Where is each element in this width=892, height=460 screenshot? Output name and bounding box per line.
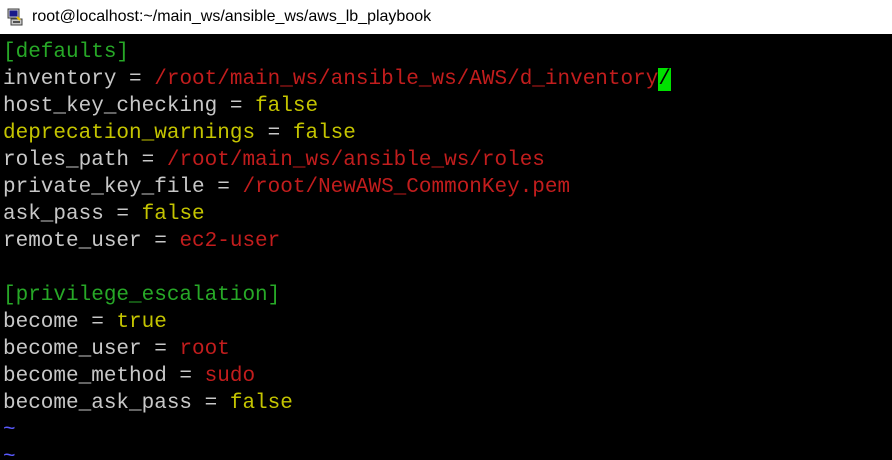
terminal-line: become = true xyxy=(0,309,892,336)
terminal-text-segment: true xyxy=(116,311,167,334)
terminal-text-segment: inventory xyxy=(3,68,117,91)
putty-terminal-icon xyxy=(6,8,24,26)
terminal-text-segment: become_method xyxy=(3,365,167,388)
terminal-text-segment: ask_pass xyxy=(3,203,104,226)
terminal-line: inventory = /root/main_ws/ansible_ws/AWS… xyxy=(0,66,892,93)
terminal-text-segment: sudo xyxy=(204,365,256,388)
terminal-line: [privilege_escalation] xyxy=(0,282,892,309)
terminal-text-segment: = xyxy=(78,311,117,334)
terminal-line: ~ xyxy=(0,444,892,460)
terminal-line: private_key_file = /root/NewAWS_CommonKe… xyxy=(0,174,892,201)
terminal-text-segment: become_ask_pass xyxy=(3,392,193,415)
terminal-text-segment: = xyxy=(141,338,180,361)
terminal-line: become_ask_pass = false xyxy=(0,390,892,417)
terminal-text-segment: = xyxy=(192,392,230,415)
terminal-text-segment: = xyxy=(204,176,243,199)
terminal-window: root@localhost:~/main_ws/ansible_ws/aws_… xyxy=(0,0,892,460)
terminal-line: ~ xyxy=(0,417,892,444)
terminal-text-segment: ~ xyxy=(3,419,16,442)
window-title: root@localhost:~/main_ws/ansible_ws/aws_… xyxy=(32,8,432,25)
terminal-line: ask_pass = false xyxy=(0,201,892,228)
terminal-text-segment: become xyxy=(3,311,79,334)
terminal-text-segment: deprecation_warnings xyxy=(3,122,256,145)
terminal-text-segment: root xyxy=(179,338,230,361)
title-bar[interactable]: root@localhost:~/main_ws/ansible_ws/aws_… xyxy=(0,0,892,34)
terminal-text-segment: false xyxy=(141,203,205,226)
terminal-line: host_key_checking = false xyxy=(0,93,892,120)
terminal-text-area[interactable]: [defaults] inventory = /root/main_ws/ansi… xyxy=(0,39,892,460)
terminal-text-segment: become_user xyxy=(3,338,142,361)
terminal-text-segment: [privilege_escalation] xyxy=(3,284,281,307)
terminal-text-segment: ec2-user xyxy=(179,230,281,253)
terminal-line: remote_user = ec2-user xyxy=(0,228,892,255)
terminal-text-segment: /root/main_ws/ansible_ws/AWS/d_inventory xyxy=(154,68,659,91)
terminal-text-segment: roles_path xyxy=(3,149,130,172)
terminal-line: [defaults] xyxy=(0,39,892,66)
terminal-text-segment: = xyxy=(129,149,167,172)
terminal-text-segment: = xyxy=(255,122,293,145)
text-cursor: / xyxy=(658,68,671,91)
terminal-text-segment: = xyxy=(217,95,256,118)
terminal-text-segment: = xyxy=(166,365,205,388)
terminal-text-segment: remote_user xyxy=(3,230,142,253)
terminal-text-segment: ~ xyxy=(3,446,16,460)
terminal-text-segment: [defaults] xyxy=(3,41,130,64)
terminal-text-segment: /root/NewAWS_CommonKey.pem xyxy=(242,176,571,199)
terminal-line: roles_path = /root/main_ws/ansible_ws/ro… xyxy=(0,147,892,174)
terminal-text-segment: = xyxy=(141,230,180,253)
terminal-text-segment: = xyxy=(103,203,142,226)
terminal-text-segment: host_key_checking xyxy=(3,95,218,118)
terminal-line: become_method = sudo xyxy=(0,363,892,390)
terminal-text-segment: private_key_file xyxy=(3,176,205,199)
terminal-text-segment: false xyxy=(229,392,293,415)
terminal-text-segment: = xyxy=(116,68,155,91)
terminal-text-segment: /root/main_ws/ansible_ws/roles xyxy=(166,149,545,172)
terminal-line: become_user = root xyxy=(0,336,892,363)
terminal-text-segment: false xyxy=(255,95,319,118)
terminal-line: deprecation_warnings = false xyxy=(0,120,892,147)
terminal-text-segment: false xyxy=(292,122,356,145)
